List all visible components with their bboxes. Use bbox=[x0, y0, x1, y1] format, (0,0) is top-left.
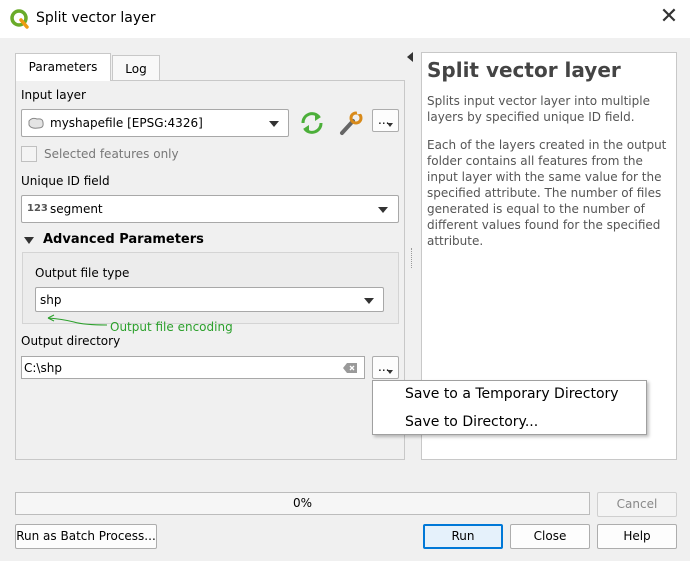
input-layer-combo[interactable]: myshapefile [EPSG:4326] bbox=[21, 109, 289, 137]
help-title: Split vector layer bbox=[427, 58, 621, 82]
cancel-button[interactable]: Cancel bbox=[597, 492, 677, 517]
unique-id-combo[interactable]: 123 segment bbox=[21, 195, 399, 223]
browse-menu: Save to a Temporary Directory Save to Di… bbox=[372, 380, 647, 435]
qgis-logo-icon bbox=[10, 9, 29, 29]
chevron-down-icon bbox=[387, 370, 393, 374]
collapse-advanced-icon[interactable] bbox=[24, 237, 34, 244]
output-directory-label: Output directory bbox=[21, 334, 121, 348]
annotation-arrow bbox=[47, 314, 108, 326]
unique-id-value: segment bbox=[50, 202, 103, 216]
chevron-down-icon bbox=[387, 123, 393, 127]
input-layer-label: Input layer bbox=[21, 88, 86, 102]
splitter-handle[interactable] bbox=[411, 248, 414, 268]
run-button[interactable]: Run bbox=[423, 524, 503, 549]
output-directory-field[interactable]: C:\shp bbox=[21, 356, 365, 379]
chevron-down-icon bbox=[364, 298, 374, 304]
output-file-type-label: Output file type bbox=[35, 266, 130, 280]
selected-only-checkbox[interactable] bbox=[21, 146, 37, 162]
polygon-layer-icon bbox=[28, 117, 44, 129]
input-layer-options-button[interactable]: ... bbox=[372, 109, 399, 132]
tab-parameters[interactable]: Parameters bbox=[15, 53, 111, 81]
close-button[interactable]: Close bbox=[510, 524, 590, 549]
chevron-down-icon bbox=[269, 121, 279, 127]
output-file-type-combo[interactable]: shp bbox=[35, 287, 384, 312]
run-batch-button[interactable]: Run as Batch Process... bbox=[15, 524, 157, 549]
menu-item-save-to-directory[interactable]: Save to Directory... bbox=[405, 414, 538, 430]
close-window-icon[interactable]: ✕ bbox=[658, 6, 680, 29]
clear-text-icon[interactable] bbox=[343, 363, 357, 373]
unique-id-label: Unique ID field bbox=[21, 174, 110, 188]
output-file-type-value: shp bbox=[40, 293, 62, 307]
help-button[interactable]: Help bbox=[597, 524, 677, 549]
progress-bar: 0% bbox=[15, 492, 590, 515]
help-details: Each of the layers created in the output… bbox=[427, 138, 667, 248]
numeric-field-icon: 123 bbox=[27, 203, 48, 214]
wrench-settings-icon[interactable] bbox=[336, 109, 364, 137]
output-directory-browse-button[interactable]: ... bbox=[372, 356, 399, 379]
selected-only-label: Selected features only bbox=[44, 147, 179, 161]
output-directory-value: C:\shp bbox=[24, 361, 62, 375]
input-layer-value: myshapefile [EPSG:4326] bbox=[50, 116, 203, 130]
window-title: Split vector layer bbox=[36, 10, 156, 26]
progress-text: 0% bbox=[292, 496, 313, 510]
chevron-down-icon bbox=[378, 207, 388, 213]
help-description: Splits input vector layer into multiple … bbox=[427, 94, 650, 124]
iterate-refresh-icon[interactable] bbox=[298, 110, 326, 136]
collapse-help-icon[interactable] bbox=[407, 52, 413, 62]
output-file-encoding-annotation: Output file encoding bbox=[110, 320, 233, 334]
advanced-parameters-header[interactable]: Advanced Parameters bbox=[43, 232, 204, 247]
tab-log[interactable]: Log bbox=[112, 55, 160, 81]
menu-item-temporary-directory[interactable]: Save to a Temporary Directory bbox=[405, 386, 619, 402]
